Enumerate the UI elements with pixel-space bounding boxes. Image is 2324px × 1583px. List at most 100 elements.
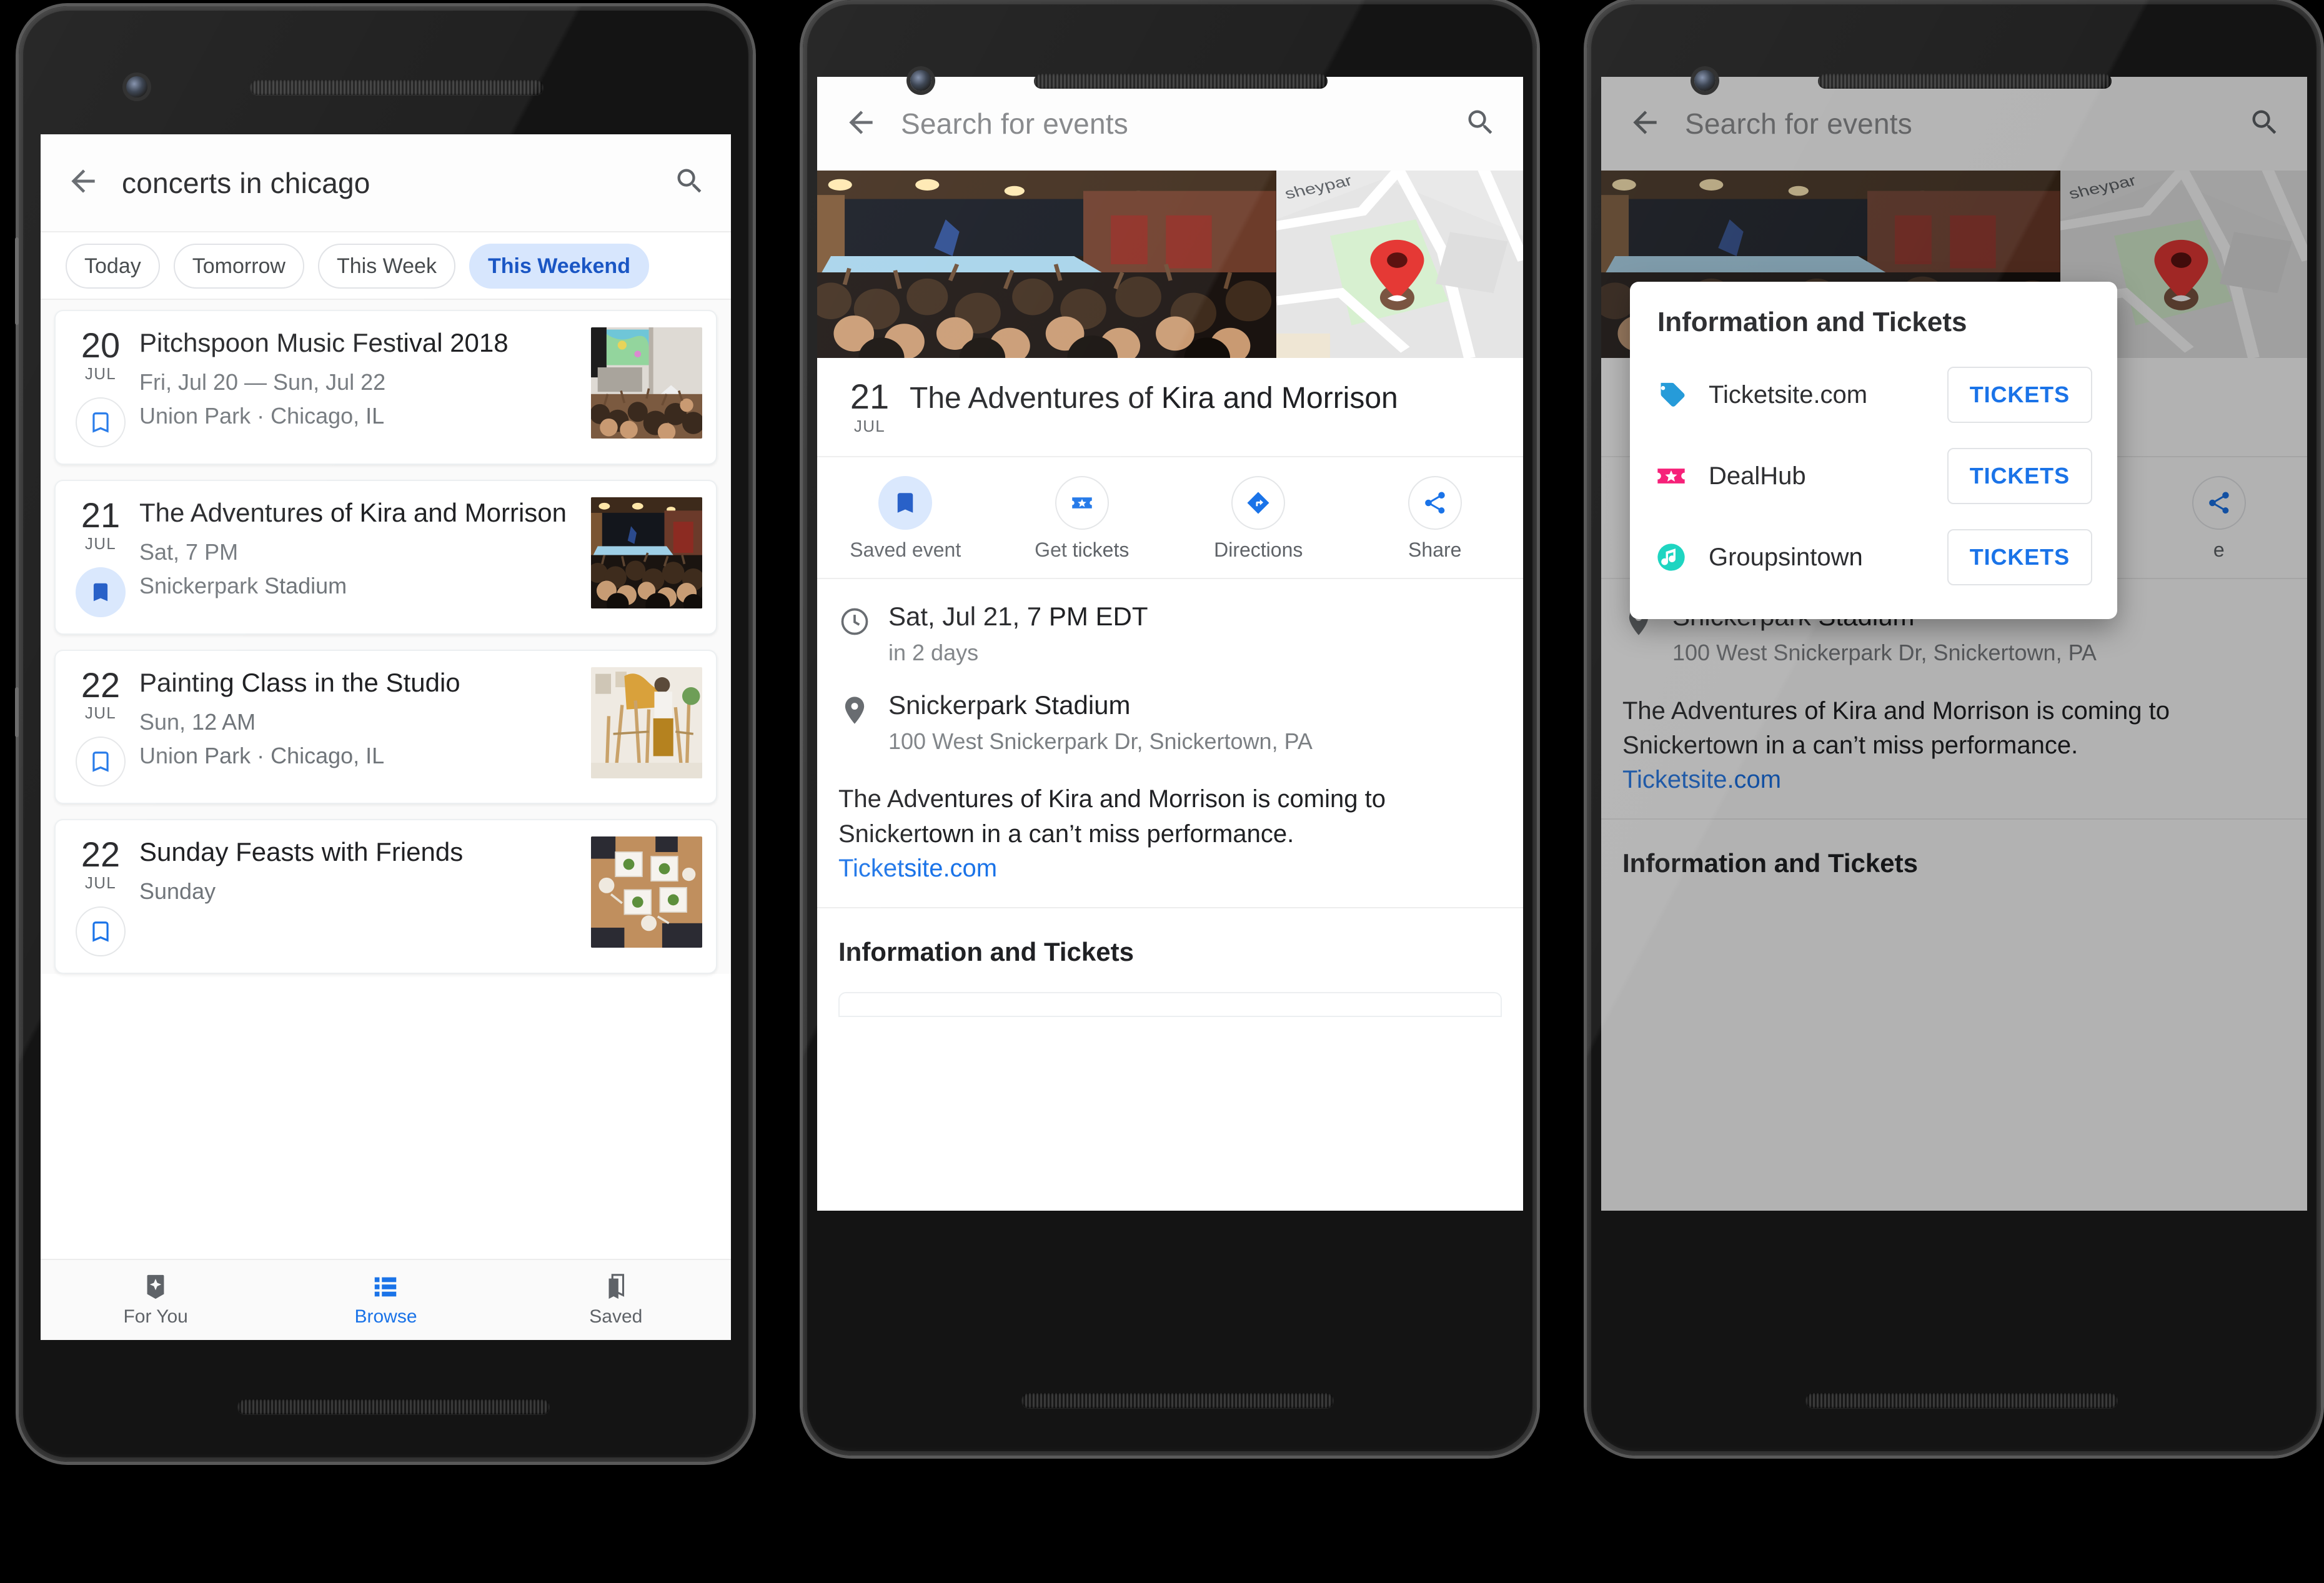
- earpiece-speaker: [1034, 74, 1328, 89]
- event-day: 21: [81, 495, 121, 535]
- search-icon[interactable]: [1464, 106, 1497, 142]
- event-date: 22 JUL: [67, 667, 134, 787]
- event-info: Painting Class in the Studio Sun, 12 AM …: [134, 667, 591, 787]
- phone-device-1: concerts in chicago Today Tomorrow This …: [19, 6, 753, 1462]
- action-label: Directions: [1214, 538, 1303, 561]
- bottom-navigation: For You Browse Saved: [41, 1259, 731, 1340]
- event-title: Painting Class in the Studio: [139, 667, 460, 697]
- tickets-button[interactable]: TICKETS: [1947, 367, 2092, 423]
- price-tag-icon: [1655, 379, 1709, 411]
- chip-today[interactable]: Today: [66, 244, 160, 289]
- nav-label: Browse: [354, 1306, 417, 1327]
- event-day: 22: [81, 835, 121, 875]
- nav-item-browse[interactable]: Browse: [271, 1260, 500, 1340]
- phone-device-2: Search for events sheypar 21 JUL The Adv…: [803, 0, 1537, 1456]
- event-when: Sunday: [139, 878, 216, 905]
- detail-main: Snickerpark Stadium: [888, 690, 1131, 720]
- phone-device-3: Search for events sheypar e 100 West Sni…: [1587, 0, 2321, 1456]
- detail-sub: in 2 days: [888, 639, 979, 665]
- event-month: JUL: [84, 703, 117, 723]
- back-arrow-icon[interactable]: [66, 164, 101, 202]
- event-info: The Adventures of Kira and Morrison Sat,…: [134, 497, 591, 617]
- front-camera-icon: [1694, 70, 1716, 91]
- event-where: Snickerpark Stadium: [139, 572, 347, 598]
- event-day: 20: [81, 325, 121, 365]
- event-date: 22 JUL: [67, 835, 134, 957]
- nav-label: For You: [123, 1306, 188, 1327]
- date-filter-chips: Today Tomorrow This Week This Weekend: [41, 231, 731, 300]
- tickets-button[interactable]: TICKETS: [1947, 448, 2092, 504]
- event-when: Sat, 7 PM: [139, 538, 239, 565]
- event-thumbnail: [591, 667, 702, 778]
- sparkle-bookmark-icon: [147, 1274, 164, 1299]
- front-camera-icon: [126, 76, 147, 97]
- chip-this-week[interactable]: This Week: [317, 244, 455, 289]
- event-card[interactable]: 22 JUL Painting Class in the Studio Sun,…: [54, 649, 717, 805]
- event-month: JUL: [853, 417, 886, 435]
- event-card[interactable]: 21 JUL The Adventures of Kira and Morris…: [54, 479, 717, 635]
- search-input[interactable]: Search for events: [901, 107, 1464, 141]
- bookmark-icon: [608, 1274, 624, 1299]
- search-bar-1[interactable]: concerts in chicago: [41, 134, 731, 231]
- section-title-information-and-tickets: Information and Tickets: [817, 906, 1523, 992]
- save-event-button[interactable]: [76, 567, 126, 617]
- action-get-tickets[interactable]: Get tickets: [994, 476, 1171, 562]
- ticket-star-icon: [1655, 460, 1709, 492]
- nav-item-for-you[interactable]: For You: [41, 1260, 271, 1340]
- event-title: Sunday Feasts with Friends: [139, 837, 464, 867]
- event-when: Fri, Jul 20 — Sun, Jul 22: [139, 369, 386, 395]
- action-label: Share: [1408, 538, 1462, 561]
- dialog-title: Information and Tickets: [1657, 307, 1967, 337]
- bookmark-icon: [878, 476, 933, 530]
- app-screen-3: Search for events sheypar e 100 West Sni…: [1601, 77, 2307, 1211]
- event-month: JUL: [84, 873, 117, 893]
- event-day: 21: [850, 377, 890, 416]
- volume-button[interactable]: [15, 237, 19, 325]
- modal-scrim[interactable]: [1601, 77, 2307, 1211]
- event-card[interactable]: 20 JUL Pitchspoon Music Festival 2018 Fr…: [54, 310, 717, 465]
- search-input[interactable]: concerts in chicago: [122, 166, 673, 200]
- event-date: 21 JUL: [67, 497, 134, 617]
- save-event-button[interactable]: [76, 737, 126, 787]
- front-camera-icon: [910, 70, 931, 91]
- action-share[interactable]: Share: [1347, 476, 1524, 562]
- event-list: 20 JUL Pitchspoon Music Festival 2018 Fr…: [41, 300, 731, 975]
- hero-photo[interactable]: [817, 171, 1276, 358]
- action-directions[interactable]: Directions: [1170, 476, 1347, 562]
- event-header: 21 JUL The Adventures of Kira and Morris…: [817, 358, 1523, 457]
- venue-map[interactable]: sheypar: [1276, 171, 1523, 358]
- event-title: The Adventures of Kira and Morrison: [139, 497, 567, 527]
- search-icon[interactable]: [673, 165, 706, 201]
- event-month: JUL: [84, 364, 117, 383]
- detail-sub: 100 West Snickerpark Dr, Snickertown, PA: [888, 728, 1313, 754]
- event-month: JUL: [84, 533, 117, 553]
- back-arrow-icon[interactable]: [843, 105, 878, 143]
- event-title: Pitchspoon Music Festival 2018: [139, 328, 509, 357]
- action-saved-event[interactable]: Saved event: [817, 476, 994, 562]
- provider-name: DealHub: [1709, 462, 1806, 490]
- ticket-star-icon: [1055, 476, 1109, 530]
- provider-card-partial[interactable]: [838, 991, 1502, 1017]
- description-text: The Adventures of Kira and Morrison is c…: [838, 785, 1386, 848]
- save-event-button[interactable]: [76, 397, 126, 447]
- nav-item-saved[interactable]: Saved: [501, 1260, 731, 1340]
- power-button[interactable]: [15, 687, 19, 737]
- description-link[interactable]: Ticketsite.com: [838, 855, 997, 882]
- event-day: 22: [81, 665, 121, 705]
- tickets-button[interactable]: TICKETS: [1947, 529, 2092, 585]
- event-thumbnail: [591, 497, 702, 608]
- provider-row: DealHub TICKETS: [1630, 435, 2117, 517]
- provider-name: Ticketsite.com: [1709, 380, 1868, 409]
- chip-tomorrow[interactable]: Tomorrow: [173, 244, 304, 289]
- event-card[interactable]: 22 JUL Sunday Feasts with Friends Sunday: [54, 819, 717, 975]
- event-info: Sunday Feasts with Friends Sunday: [134, 836, 591, 956]
- event-description: The Adventures of Kira and Morrison is c…: [817, 777, 1523, 907]
- save-event-button[interactable]: [76, 906, 126, 957]
- provider-row: Groupsintown TICKETS: [1630, 517, 2117, 598]
- list-icon: [375, 1277, 397, 1297]
- event-when: Sun, 12 AM: [139, 708, 256, 735]
- action-row: Saved event Get tickets Directions Share: [817, 457, 1523, 579]
- nav-label: Saved: [589, 1306, 643, 1327]
- provider-row: Ticketsite.com TICKETS: [1630, 354, 2117, 435]
- chip-this-weekend[interactable]: This Weekend: [469, 244, 649, 289]
